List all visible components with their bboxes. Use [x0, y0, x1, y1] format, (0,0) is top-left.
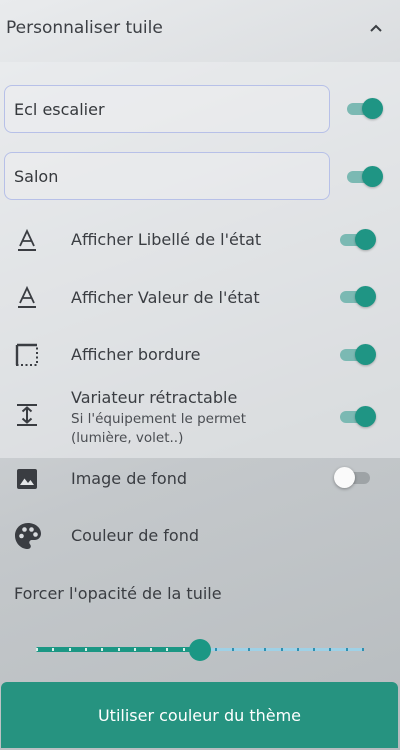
text-format-icon — [18, 228, 36, 251]
opacity-slider-tick — [52, 648, 54, 651]
opacity-slider-tick — [101, 648, 103, 651]
opacity-slider-tick — [118, 648, 120, 651]
text-format-icon — [18, 285, 36, 308]
opacity-slider-tick — [134, 648, 136, 651]
opacity-slider-tick — [281, 648, 283, 651]
opacity-slider-tick — [85, 648, 87, 651]
image-icon — [17, 469, 37, 489]
border-icon — [15, 343, 38, 366]
opacity-slider-tick — [313, 648, 315, 651]
show-border-text: Afficher bordure — [71, 345, 201, 364]
show-state-value-toggle[interactable] — [338, 286, 376, 308]
name-field-primary-toggle[interactable] — [345, 98, 383, 120]
retractable-dimmer-text: Variateur rétractable — [71, 388, 238, 407]
opacity-slider[interactable] — [36, 636, 364, 664]
name-field-secondary-value: Salon — [14, 167, 59, 186]
show-state-label-text: Afficher Libellé de l'état — [71, 230, 262, 249]
background-color-text[interactable]: Couleur de fond — [71, 526, 199, 545]
opacity-slider-thumb[interactable] — [189, 639, 211, 661]
section-title: Personnaliser tuile — [6, 18, 163, 38]
opacity-label: Forcer l'opacité de la tuile — [14, 584, 222, 603]
opacity-slider-tick — [329, 648, 331, 651]
opacity-slider-tick — [150, 648, 152, 651]
section-header[interactable]: Personnaliser tuile — [0, 0, 400, 58]
show-state-label-toggle[interactable] — [338, 229, 376, 251]
show-state-value-text: Afficher Valeur de l'état — [71, 288, 260, 307]
opacity-slider-tick — [183, 648, 185, 651]
palette-icon[interactable] — [13, 521, 43, 551]
opacity-slider-tick — [346, 648, 348, 651]
chevron-up-icon[interactable] — [368, 20, 384, 36]
background-image-text: Image de fond — [71, 469, 187, 488]
opacity-slider-tick — [264, 648, 266, 651]
vertical-resize-icon — [17, 404, 37, 426]
name-field-secondary[interactable]: Salon — [4, 152, 330, 200]
opacity-slider-tick — [166, 648, 168, 651]
retractable-dimmer-hint: Si l'équipement le permet — [71, 411, 247, 427]
opacity-slider-tick — [297, 648, 299, 651]
opacity-slider-tick — [215, 648, 217, 651]
retractable-dimmer-hint-examples: (lumière, volet..) — [71, 430, 184, 446]
name-field-primary[interactable]: Ecl escalier — [4, 85, 330, 133]
opacity-slider-tick — [69, 648, 71, 651]
retractable-dimmer-toggle[interactable] — [338, 406, 376, 428]
opacity-slider-tick — [362, 648, 364, 651]
background-image-toggle[interactable] — [334, 467, 372, 489]
opacity-slider-tick — [248, 648, 250, 651]
opacity-slider-tick — [36, 648, 38, 651]
use-theme-color-button[interactable]: Utiliser couleur du thème — [1, 682, 398, 748]
show-border-toggle[interactable] — [338, 344, 376, 366]
name-field-secondary-toggle[interactable] — [345, 166, 383, 188]
opacity-slider-tick — [232, 648, 234, 651]
name-field-primary-value: Ecl escalier — [14, 100, 105, 119]
